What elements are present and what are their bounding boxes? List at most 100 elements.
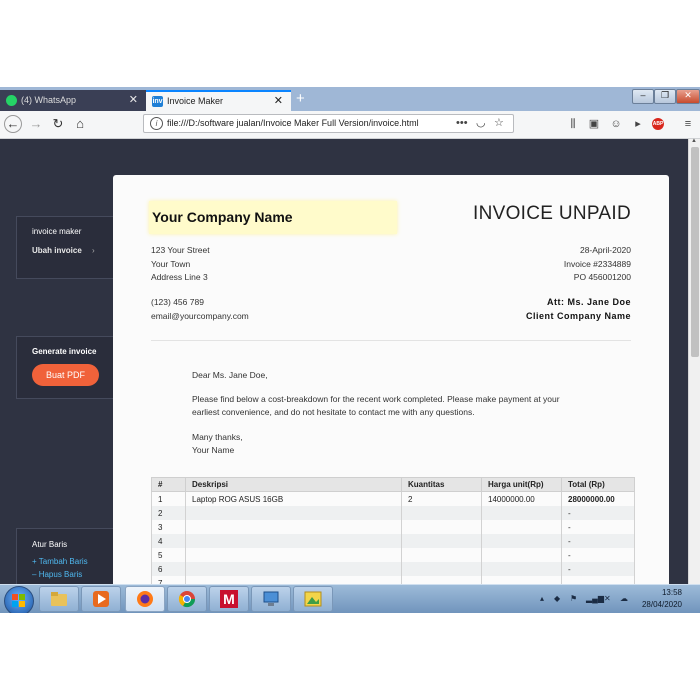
url-text[interactable]: file:///D:/software jualan/Invoice Maker… — [167, 115, 419, 132]
unit-price-cell[interactable] — [481, 520, 562, 534]
company-name[interactable]: Your Company Name — [149, 201, 397, 234]
clock-date[interactable]: 28/04/2020 — [642, 600, 682, 609]
description-cell[interactable]: Laptop ROG ASUS 16GB — [185, 491, 402, 506]
minus-icon: – — [32, 570, 37, 579]
show-hidden-icons[interactable]: ▴ — [540, 594, 544, 603]
quantity-cell[interactable] — [401, 520, 482, 534]
description-cell[interactable] — [185, 548, 402, 562]
description-cell[interactable] — [185, 576, 402, 584]
create-pdf-button[interactable]: Buat PDF — [32, 364, 99, 386]
letter-signature[interactable]: Your Name — [192, 444, 572, 457]
info-icon[interactable]: i — [150, 117, 163, 130]
row-number: 2 — [151, 506, 186, 520]
url-bar[interactable]: i file:///D:/software jualan/Invoice Mak… — [143, 114, 514, 133]
network-icon[interactable]: ◆ — [554, 594, 560, 603]
window-close-button[interactable]: ✕ — [676, 89, 700, 104]
quantity-cell[interactable] — [401, 506, 482, 520]
table-row: 3 - — [151, 520, 635, 534]
remove-row-label: Hapus Baris — [38, 570, 83, 579]
letter-body[interactable]: Please find below a cost-breakdown for t… — [192, 393, 572, 419]
quantity-cell[interactable]: 2 — [401, 491, 482, 506]
taskbar-media-player[interactable] — [81, 586, 121, 612]
po-number[interactable]: PO 456001200 — [574, 272, 631, 282]
table-row: 6 - — [151, 562, 635, 576]
flag-icon[interactable]: ⚑ — [570, 594, 577, 603]
close-icon[interactable]: ✕ — [129, 90, 138, 111]
minimize-button[interactable]: – — [632, 89, 654, 104]
tab-invoice-maker[interactable]: inv Invoice Maker ✕ — [146, 90, 291, 111]
library-icon[interactable]: ⫼ — [565, 115, 581, 133]
desktop-screen: (4) WhatsApp ✕ inv Invoice Maker ✕ + – ❐… — [0, 87, 700, 613]
unit-price-cell[interactable] — [481, 534, 562, 548]
address-line[interactable]: 123 Your Street — [151, 245, 210, 255]
panel-title: invoice maker — [32, 227, 82, 236]
address-line[interactable]: Address Line 3 — [151, 272, 208, 282]
new-tab-button[interactable]: + — [296, 89, 305, 109]
invoice-sheet: Your Company Name INVOICE UNPAID 123 You… — [113, 175, 669, 584]
remove-row-link[interactable]: – Hapus Baris — [32, 570, 82, 579]
scroll-up-icon[interactable]: ▲ — [691, 138, 697, 144]
unit-price-cell[interactable] — [481, 548, 562, 562]
phone[interactable]: (123) 456 789 — [151, 297, 204, 307]
description-cell[interactable] — [185, 506, 402, 520]
letter-closing[interactable]: Many thanks, — [192, 431, 572, 444]
home-icon[interactable]: ⌂ — [71, 115, 89, 133]
cloud-icon[interactable]: ☁ — [620, 594, 628, 603]
close-icon[interactable]: ✕ — [274, 92, 283, 111]
quantity-cell[interactable] — [401, 534, 482, 548]
letter-greeting[interactable]: Dear Ms. Jane Doe, — [192, 369, 572, 382]
page-actions-icon[interactable]: ••• — [456, 115, 468, 132]
client-company[interactable]: Client Company Name — [526, 311, 631, 321]
edit-invoice-link[interactable]: Ubah invoice › — [32, 246, 95, 255]
start-button[interactable] — [4, 586, 34, 613]
pocket-icon[interactable]: ◡ — [476, 115, 486, 132]
invoice-number[interactable]: Invoice #2334889 — [564, 259, 631, 269]
tab-whatsapp[interactable]: (4) WhatsApp ✕ — [0, 90, 146, 111]
add-row-label: Tambah Baris — [38, 557, 88, 566]
row-number: 3 — [151, 520, 186, 534]
taskbar-remote-desktop[interactable] — [251, 586, 291, 612]
attention[interactable]: Att: Ms. Jane Doe — [547, 297, 631, 307]
taskbar-mcafee[interactable]: M — [209, 586, 249, 612]
panel-title: Generate invoice — [32, 347, 97, 356]
add-row-link[interactable]: + Tambah Baris — [32, 557, 88, 566]
description-cell[interactable] — [185, 534, 402, 548]
taskbar-chrome[interactable] — [167, 586, 207, 612]
edit-invoice-label: Ubah invoice — [32, 246, 82, 255]
taskbar-photo-viewer[interactable] — [293, 586, 333, 612]
description-cell[interactable] — [185, 520, 402, 534]
unit-price-cell[interactable]: 14000000.00 — [481, 491, 562, 506]
total-cell: - — [561, 534, 635, 548]
unit-price-cell[interactable] — [481, 562, 562, 576]
clock-time[interactable]: 13:58 — [662, 588, 682, 597]
description-cell[interactable] — [185, 562, 402, 576]
account-icon[interactable]: ☺ — [608, 115, 624, 133]
vertical-scrollbar[interactable]: ▲ — [688, 138, 700, 584]
volume-muted-icon[interactable]: ✕ — [604, 594, 611, 603]
forward-button[interactable]: → — [27, 115, 45, 133]
invoice-date[interactable]: 28-April-2020 — [580, 245, 631, 255]
unit-price-cell[interactable] — [481, 506, 562, 520]
adblock-icon[interactable]: ABP — [652, 118, 664, 130]
signal-icon[interactable]: ▂▄▆ — [586, 594, 604, 603]
mcafee-icon: M — [220, 590, 238, 608]
quantity-cell[interactable] — [401, 576, 482, 584]
menu-icon[interactable]: ≡ — [680, 115, 696, 133]
reload-button[interactable]: ↻ — [49, 115, 67, 133]
scrollbar-thumb[interactable] — [691, 147, 699, 357]
address-line[interactable]: Your Town — [151, 259, 190, 269]
windows-logo-icon — [12, 594, 25, 607]
taskbar-firefox[interactable] — [125, 586, 165, 612]
maximize-button[interactable]: ❐ — [654, 89, 676, 104]
row-number: 6 — [151, 562, 186, 576]
page-content: invoice maker Ubah invoice › Generate in… — [0, 139, 688, 584]
bookmark-star-icon[interactable]: ☆ — [494, 115, 504, 132]
taskbar-explorer[interactable] — [39, 586, 79, 612]
quantity-cell[interactable] — [401, 548, 482, 562]
email[interactable]: email@yourcompany.com — [151, 311, 249, 321]
unit-price-cell[interactable] — [481, 576, 562, 584]
sidebar-icon[interactable]: ▣ — [586, 115, 602, 133]
back-button[interactable]: ← — [4, 115, 22, 133]
quantity-cell[interactable] — [401, 562, 482, 576]
play-icon[interactable]: ▸ — [630, 115, 646, 133]
